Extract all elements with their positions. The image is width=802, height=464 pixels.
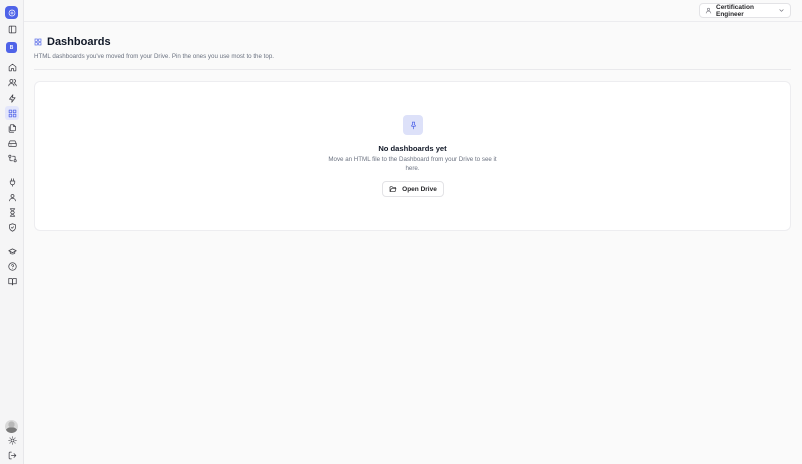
help-circle-icon: [7, 261, 17, 271]
topbar: Certification Engineer: [24, 0, 802, 22]
grid-icon: [34, 38, 42, 46]
page-title: Dashboards: [47, 36, 111, 48]
sidebar-item-home[interactable]: [5, 60, 19, 74]
book-icon: [7, 277, 17, 285]
sun-icon: [7, 435, 17, 445]
divider: [34, 69, 791, 70]
sidebar-item-drive[interactable]: [5, 136, 19, 150]
workspace-badge[interactable]: B: [6, 42, 17, 53]
empty-state-description: Move an HTML file to the Dashboard from …: [328, 156, 497, 172]
app-logo-icon[interactable]: [5, 6, 18, 19]
home-icon: [8, 63, 16, 71]
sidebar-item-dashboards[interactable]: [5, 106, 19, 120]
role-label: Certification Engineer: [716, 3, 754, 18]
user-icon: [8, 193, 16, 201]
sidebar-item-flows[interactable]: [5, 151, 19, 165]
sidebar-toggle-icon[interactable]: [5, 22, 19, 36]
page-subtitle: HTML dashboards you've moved from your D…: [34, 53, 274, 60]
avatar[interactable]: [5, 420, 18, 433]
plug-icon: [9, 177, 15, 187]
sidebar-item-learning[interactable]: [5, 244, 19, 258]
hourglass-icon: [9, 207, 15, 217]
folder-open-icon: [389, 186, 397, 192]
open-drive-button[interactable]: Open Drive: [382, 181, 444, 197]
shield-icon: [8, 222, 16, 232]
theme-toggle[interactable]: [5, 433, 19, 447]
pin-icon: [403, 115, 423, 135]
git-compare-icon: [7, 154, 17, 162]
sidebar: B: [0, 0, 24, 464]
user-icon: [705, 7, 712, 14]
grid-icon: [8, 109, 16, 117]
sidebar-item-files[interactable]: [5, 121, 19, 135]
sidebar-item-tasks[interactable]: [5, 205, 19, 219]
sidebar-item-docs[interactable]: [5, 274, 19, 288]
users-icon: [7, 78, 17, 86]
logout-icon: [8, 451, 16, 459]
graduation-cap-icon: [7, 248, 17, 254]
page-header: Dashboards HTML dashboards you've moved …: [34, 36, 274, 60]
logout-button[interactable]: [5, 448, 19, 462]
files-icon: [8, 123, 16, 133]
open-drive-label: Open Drive: [402, 185, 437, 193]
empty-state-title: No dashboards yet: [378, 144, 447, 153]
empty-state-card: No dashboards yet Move an HTML file to t…: [34, 81, 791, 231]
sidebar-item-profile[interactable]: [5, 190, 19, 204]
chevron-down-icon: [779, 9, 784, 12]
bolt-icon: [8, 93, 15, 103]
drive-icon: [7, 140, 17, 147]
role-selector-button[interactable]: Certification Engineer: [699, 3, 791, 18]
sidebar-item-people[interactable]: [5, 75, 19, 89]
sidebar-item-security[interactable]: [5, 220, 19, 234]
sidebar-item-automations[interactable]: [5, 91, 19, 105]
sidebar-item-help[interactable]: [5, 259, 19, 273]
sidebar-item-integrations[interactable]: [5, 175, 19, 189]
